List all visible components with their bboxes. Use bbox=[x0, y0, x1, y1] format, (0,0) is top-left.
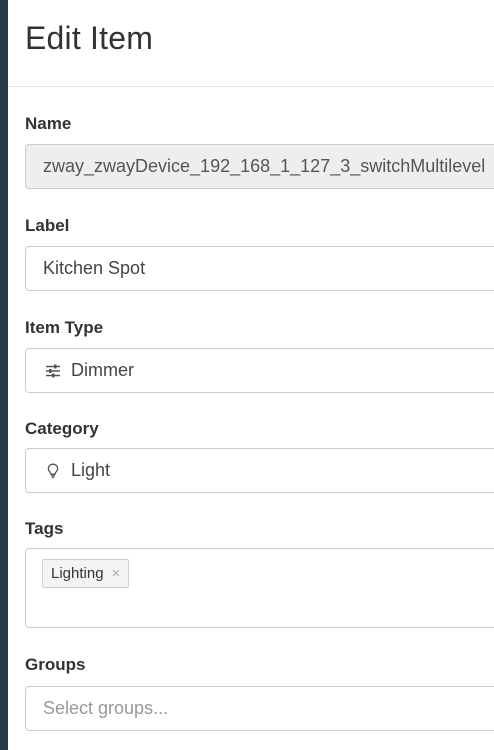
groups-select[interactable]: Select groups... bbox=[25, 686, 494, 731]
item-type-value: Dimmer bbox=[71, 360, 134, 380]
name-label: Name bbox=[25, 114, 72, 133]
tags-input[interactable]: Lighting × bbox=[25, 548, 494, 628]
groups-label: Groups bbox=[25, 655, 86, 674]
name-field: zway_zwayDevice_192_168_1_127_3_switchMu… bbox=[25, 144, 494, 189]
item-type-select[interactable]: Dimmer bbox=[25, 348, 494, 393]
category-value: Light bbox=[71, 460, 111, 480]
screen: Edit Item Name zway_zwayDevice_192_168_1… bbox=[0, 0, 494, 750]
groups-placeholder: Select groups... bbox=[43, 698, 169, 718]
category-select[interactable]: Light bbox=[25, 448, 494, 493]
sliders-icon bbox=[43, 361, 63, 381]
lightbulb-icon bbox=[43, 461, 63, 481]
tag-label: Lighting bbox=[51, 565, 104, 582]
label-input[interactable]: Kitchen Spot bbox=[25, 246, 494, 291]
label-label: Label bbox=[25, 216, 70, 235]
edit-item-dialog: Edit Item Name zway_zwayDevice_192_168_1… bbox=[8, 0, 494, 750]
label-value: Kitchen Spot bbox=[43, 258, 146, 278]
remove-tag-icon[interactable]: × bbox=[112, 566, 121, 581]
dialog-title: Edit Item bbox=[25, 20, 154, 56]
tag-chip: Lighting × bbox=[42, 559, 130, 588]
category-label: Category bbox=[25, 419, 99, 438]
item-type-label: Item Type bbox=[25, 318, 104, 337]
tags-label: Tags bbox=[25, 519, 64, 538]
page-backdrop bbox=[0, 0, 8, 750]
name-value: zway_zwayDevice_192_168_1_127_3_switchMu… bbox=[43, 156, 486, 176]
dialog-header: Edit Item bbox=[8, 0, 494, 87]
